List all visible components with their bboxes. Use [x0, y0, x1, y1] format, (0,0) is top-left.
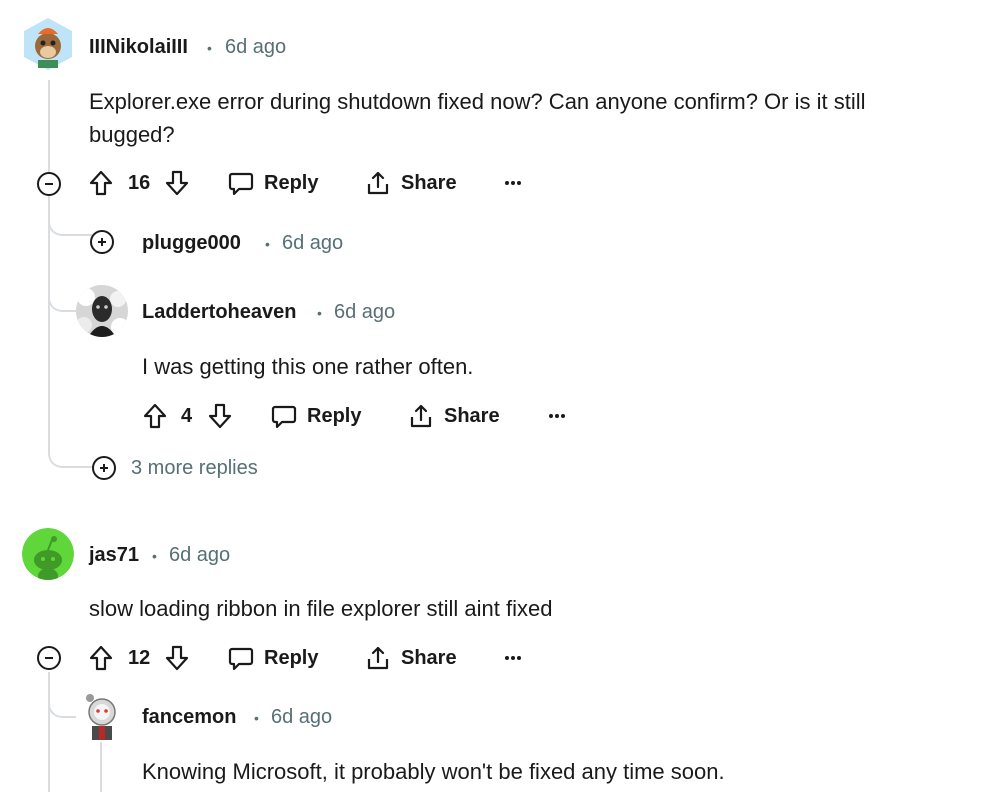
more-icon[interactable]: [503, 654, 523, 662]
thread-branch: [48, 690, 78, 718]
expand-icon: [96, 236, 108, 248]
reply-label: Reply: [264, 646, 319, 669]
username[interactable]: plugge000: [142, 232, 241, 255]
more-replies-link[interactable]: 3 more replies: [131, 457, 258, 480]
share-label: Share: [401, 171, 457, 194]
vote-count: 12: [128, 647, 151, 669]
avatar[interactable]: [76, 285, 128, 337]
username[interactable]: IIINikolaiIII: [89, 36, 188, 59]
separator-dot: •: [207, 40, 212, 56]
avatar[interactable]: [22, 16, 74, 72]
separator-dot: •: [152, 548, 157, 564]
username[interactable]: jas71: [89, 544, 139, 567]
username[interactable]: fancemon: [142, 706, 236, 729]
comment-body: Explorer.exe error during shutdown fixed…: [89, 85, 969, 151]
share-button[interactable]: Share: [365, 645, 457, 671]
share-icon: [365, 645, 391, 671]
downvote-icon[interactable]: [164, 169, 190, 197]
downvote-icon[interactable]: [164, 644, 190, 672]
upvote-icon[interactable]: [88, 169, 114, 197]
thread-line: [48, 196, 50, 442]
separator-dot: •: [254, 710, 259, 726]
share-icon: [408, 403, 434, 429]
comment-body-line: bugged?: [89, 122, 175, 147]
share-button[interactable]: Share: [365, 170, 457, 196]
expand-icon: [98, 462, 110, 474]
thread-branch: [48, 440, 92, 468]
collapse-icon: [43, 178, 55, 190]
collapse-toggle[interactable]: [37, 646, 61, 670]
username[interactable]: Laddertoheaven: [142, 301, 296, 324]
more-replies-toggle[interactable]: [92, 456, 116, 480]
collapse-toggle[interactable]: [37, 172, 61, 196]
thread-line: [48, 80, 50, 172]
more-icon[interactable]: [547, 412, 567, 420]
comment-body: Knowing Microsoft, it probably won't be …: [142, 759, 725, 784]
thread-branch: [48, 216, 92, 236]
thread-line: [100, 742, 102, 792]
timestamp[interactable]: 6d ago: [282, 232, 343, 255]
downvote-icon[interactable]: [207, 402, 233, 430]
thread-branch: [48, 282, 78, 312]
reply-label: Reply: [264, 171, 319, 194]
upvote-icon[interactable]: [142, 402, 168, 430]
vote-count: 4: [181, 405, 193, 427]
share-label: Share: [401, 646, 457, 669]
comment-body: slow loading ribbon in file explorer sti…: [89, 596, 553, 621]
timestamp[interactable]: 6d ago: [169, 544, 230, 567]
separator-dot: •: [265, 236, 270, 252]
reply-button[interactable]: Reply: [228, 645, 318, 671]
expand-toggle[interactable]: [90, 230, 114, 254]
more-icon[interactable]: [503, 179, 523, 187]
comment-icon: [271, 403, 297, 429]
timestamp[interactable]: 6d ago: [225, 36, 286, 59]
timestamp[interactable]: 6d ago: [334, 301, 395, 324]
avatar[interactable]: [22, 528, 74, 580]
comment-body: I was getting this one rather often.: [142, 354, 474, 379]
upvote-icon[interactable]: [88, 644, 114, 672]
vote-count: 16: [128, 172, 151, 194]
share-label: Share: [444, 404, 500, 427]
comment-icon: [228, 645, 254, 671]
collapse-icon: [43, 652, 55, 664]
timestamp[interactable]: 6d ago: [271, 706, 332, 729]
separator-dot: •: [317, 305, 322, 321]
comment-icon: [228, 170, 254, 196]
share-button[interactable]: Share: [408, 403, 500, 429]
reply-label: Reply: [307, 404, 362, 427]
reply-button[interactable]: Reply: [228, 170, 318, 196]
comment-body-line: Explorer.exe error during shutdown fixed…: [89, 89, 866, 114]
share-icon: [365, 170, 391, 196]
reply-button[interactable]: Reply: [271, 403, 361, 429]
avatar[interactable]: [76, 690, 128, 742]
